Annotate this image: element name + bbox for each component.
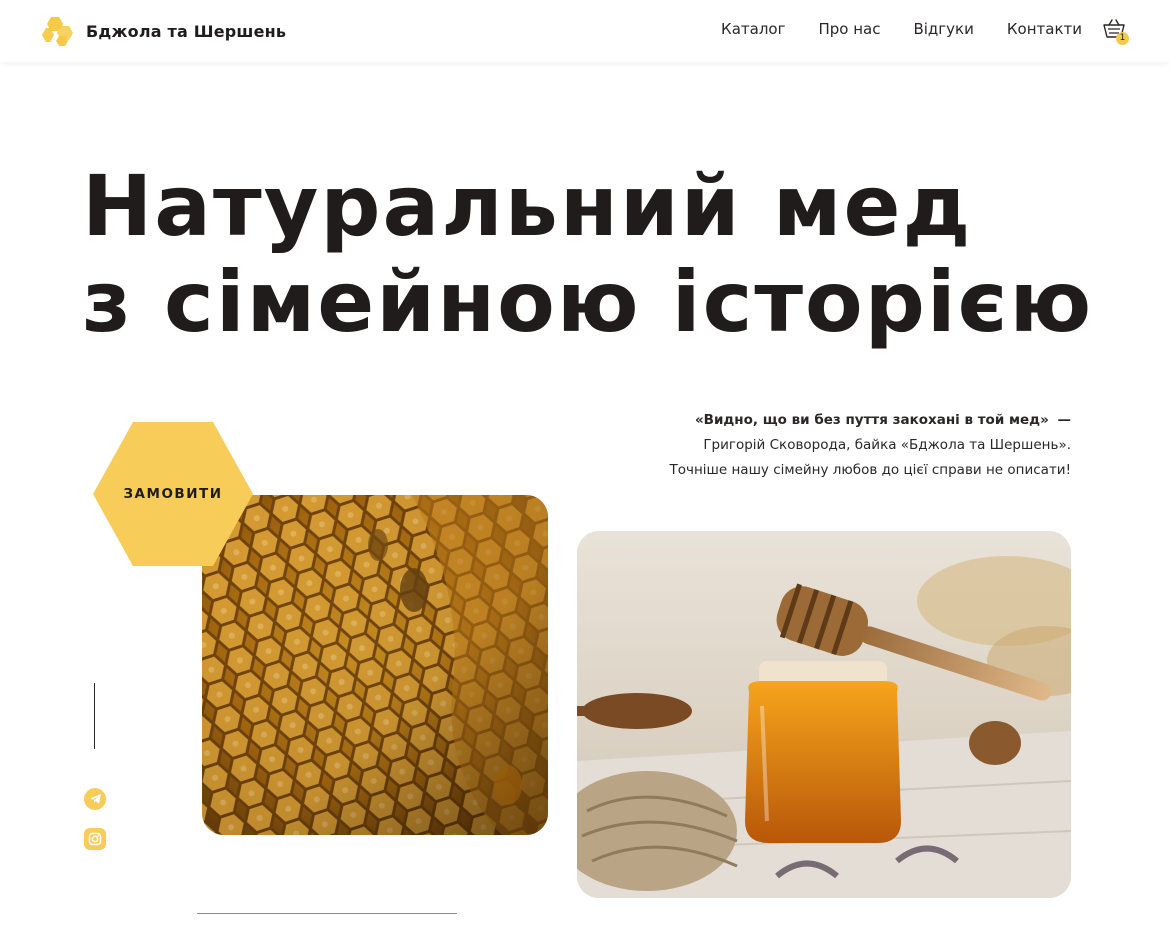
instagram-link[interactable] (84, 828, 106, 850)
quote-note: Точніше нашу сімейну любов до цієї справ… (669, 462, 1071, 478)
cart-button[interactable]: 1 (1101, 17, 1131, 47)
quote-dash: — (1057, 412, 1072, 428)
hero-title-line-2: з сімейною історією (82, 253, 1094, 351)
honeycomb-logo-icon (40, 15, 74, 47)
main-nav: Каталог Про нас Відгуки Контакти (688, 20, 1082, 38)
quote-line-1: «Видно, що ви без пуття закохані в той м… (669, 408, 1071, 433)
order-button-label: ЗАМОВИТИ (123, 486, 223, 502)
telegram-link[interactable] (84, 788, 106, 810)
hero-title: Натуральний мед з сімейною історією (82, 158, 1142, 350)
quote-author: Григорій Сковорода, байка «Бджола та Шер… (703, 437, 1071, 453)
honeycomb-photo (202, 495, 548, 835)
nav-catalog[interactable]: Каталог (721, 20, 785, 38)
cart-count-badge: 1 (1116, 32, 1129, 45)
telegram-icon (89, 794, 101, 804)
hero-quote: «Видно, що ви без пуття закохані в той м… (669, 408, 1071, 483)
nav-contacts[interactable]: Контакти (1007, 20, 1082, 38)
honey-jar-photo (577, 531, 1071, 898)
nav-about[interactable]: Про нас (818, 20, 880, 38)
brand-logo-link[interactable]: Бджола та Шершень (40, 15, 286, 47)
brand-name: Бджола та Шершень (86, 21, 287, 41)
horizontal-divider (197, 913, 457, 914)
instagram-icon (88, 832, 102, 846)
site-header: Бджола та Шершень Каталог Про нас Відгук… (0, 0, 1170, 62)
hero-title-line-1: Натуральний мед (82, 157, 973, 255)
quote-text: «Видно, що ви без пуття закохані в той м… (694, 412, 1049, 428)
nav-reviews[interactable]: Відгуки (913, 20, 973, 38)
vertical-divider (94, 683, 95, 749)
